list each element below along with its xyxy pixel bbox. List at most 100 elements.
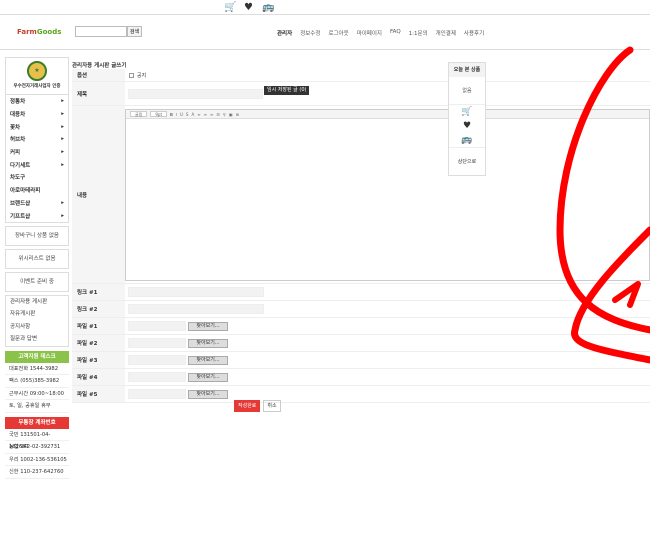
heart-icon[interactable]: ♥ — [449, 119, 485, 133]
chevron-right-icon: ▸ — [61, 123, 64, 130]
category-item[interactable]: 기프트샵 ▸ — [6, 209, 68, 222]
text-color-icon[interactable]: A — [191, 112, 194, 117]
file-input[interactable] — [128, 321, 186, 331]
category-item[interactable]: 차도구 — [6, 171, 68, 184]
category-item[interactable]: 꽃차 ▸ — [6, 120, 68, 133]
file-row: 파일 #2 찾아보기... — [72, 335, 650, 352]
file-row: 파일 #1 찾아보기... — [72, 318, 650, 335]
align-center-icon[interactable]: ≡ — [204, 112, 207, 117]
link-input[interactable] — [128, 287, 264, 297]
cs-info: 대표전화 1544-3982 팩스 (055)385-3982 근무시간 09:… — [5, 363, 69, 413]
category-item[interactable]: 대용차 ▸ — [6, 108, 68, 121]
table-icon[interactable]: ⊞ — [236, 112, 239, 117]
write-form: 옵션 공지 제목 내용 굴림 9pt 𝐁 𝐼 U S A ≡ ≡ ≡ ☰ ⚲ ▣… — [72, 69, 650, 403]
nav-logout[interactable]: 로그아웃 — [328, 29, 348, 37]
content-row: 내용 굴림 9pt 𝐁 𝐼 U S A ≡ ≡ ≡ ☰ ⚲ ▣ ⊞ — [72, 106, 650, 284]
file-input[interactable] — [128, 338, 186, 348]
medal-icon: ★ — [27, 61, 47, 81]
chevron-right-icon: ▸ — [61, 212, 64, 219]
cs-header: 고객지원 데스크 — [5, 350, 69, 363]
cs-line: 대표전화 1544-3982 — [5, 363, 69, 376]
option-label: 옵션 — [72, 69, 125, 81]
editor-toolbar: 굴림 9pt 𝐁 𝐼 U S A ≡ ≡ ≡ ☰ ⚲ ▣ ⊞ — [126, 110, 649, 119]
wishlist-summary[interactable]: 위시리스트 없음 — [5, 248, 69, 269]
board-link[interactable]: 질문과 답변 — [6, 333, 68, 346]
bank-line: 신한 110-237-642760 — [5, 466, 69, 479]
nav-faq[interactable]: FAQ — [390, 29, 401, 37]
nav-admin[interactable]: 관리자 — [277, 29, 292, 37]
category-item[interactable]: 다기세트 ▸ — [6, 158, 68, 171]
search-bar: 검색 — [75, 26, 142, 37]
align-right-icon[interactable]: ≡ — [210, 112, 213, 117]
cancel-button[interactable]: 취소 — [263, 400, 281, 412]
bus-icon[interactable]: 🚌 — [262, 2, 274, 13]
link-input[interactable] — [128, 304, 264, 314]
browse-button[interactable]: 찾아보기... — [188, 389, 228, 399]
cart-icon[interactable]: 🛒 — [449, 105, 485, 119]
nav-edit-info[interactable]: 정보수정 — [300, 29, 320, 37]
content-label: 내용 — [72, 106, 125, 283]
chevron-right-icon: ▸ — [61, 161, 64, 168]
strike-icon[interactable]: S — [186, 112, 189, 117]
nav-reviews[interactable]: 사용후기 — [464, 29, 484, 37]
submit-button[interactable]: 작성완료 — [234, 400, 261, 412]
nav-inquiry[interactable]: 1:1문의 — [409, 29, 428, 37]
italic-icon[interactable]: 𝐼 — [176, 112, 177, 117]
bus-icon[interactable]: 🚌 — [449, 133, 485, 147]
nav-mypage[interactable]: 마이페이지 — [357, 29, 382, 37]
site-logo[interactable]: FarmGoods — [17, 28, 61, 36]
browse-button[interactable]: 찾아보기... — [188, 321, 228, 331]
underline-icon[interactable]: U — [180, 112, 183, 117]
link-row: 링크 #2 — [72, 301, 650, 318]
link-icon[interactable]: ⚲ — [223, 112, 226, 117]
category-item[interactable]: 정통차 ▸ — [6, 95, 68, 108]
category-item[interactable]: 브랜드샵 ▸ — [6, 197, 68, 210]
board-links: 관리자용 게시판 자유게시판 공지사항 질문과 답변 — [5, 294, 69, 347]
bold-icon[interactable]: 𝐁 — [170, 112, 173, 117]
browse-button[interactable]: 찾아보기... — [188, 338, 228, 348]
category-item[interactable]: 허브차 ▸ — [6, 133, 68, 146]
bank-header: 무통장 계좌번호 — [5, 416, 69, 429]
cart-icon[interactable]: 🛒 — [224, 2, 236, 13]
font-select[interactable]: 굴림 — [130, 111, 148, 117]
nav-payment[interactable]: 개인결제 — [436, 29, 456, 37]
list-icon[interactable]: ☰ — [216, 112, 220, 117]
notice-label: 공지 — [137, 72, 147, 79]
category-item[interactable]: 커피 ▸ — [6, 146, 68, 159]
cs-line: 토, 일, 공휴일 휴무 — [5, 400, 69, 413]
category-item[interactable]: 아로마테라피 — [6, 184, 68, 197]
subject-input[interactable] — [128, 88, 263, 99]
heart-icon[interactable]: ♥ — [243, 2, 254, 13]
size-select[interactable]: 9pt — [150, 111, 168, 117]
cart-summary[interactable]: 장바구니 상품 없음 — [5, 225, 69, 246]
board-link[interactable]: 관리자용 게시판 — [6, 296, 68, 309]
scroll-top-button[interactable]: 상단으로 — [449, 147, 485, 175]
category-list: 정통차 ▸ 대용차 ▸ 꽃차 ▸ 허브차 ▸ 커피 ▸ 다기세트 ▸ 차도구 아로마테라피 … — [5, 95, 69, 223]
rich-text-editor[interactable]: 굴림 9pt 𝐁 𝐼 U S A ≡ ≡ ≡ ☰ ⚲ ▣ ⊞ — [125, 109, 650, 281]
browse-button[interactable]: 찾아보기... — [188, 355, 228, 365]
page-title: 관리자용 게시판 글쓰기 — [72, 63, 127, 69]
bank-line: 우리 1002-136-536105 — [5, 454, 69, 467]
board-link[interactable]: 공지사항 — [6, 321, 68, 334]
notice-checkbox[interactable] — [129, 72, 134, 78]
board-link[interactable]: 자유게시판 — [6, 308, 68, 321]
file-row: 파일 #4 찾아보기... — [72, 369, 650, 386]
link-label: 링크 #2 — [72, 301, 125, 317]
file-input[interactable] — [128, 372, 186, 382]
file-input[interactable] — [128, 389, 186, 399]
cs-line: 근무시간 09:00~18:00 — [5, 388, 69, 401]
search-button[interactable]: 검색 — [127, 26, 142, 37]
align-left-icon[interactable]: ≡ — [197, 112, 200, 117]
link-row: 링크 #1 — [72, 284, 650, 301]
sidebar: ★ 우수전자거래사업자 인증 정통차 ▸ 대용차 ▸ 꽃차 ▸ 허브차 ▸ 커피 ▸ 다기… — [5, 57, 69, 479]
browse-button[interactable]: 찾아보기... — [188, 372, 228, 382]
option-value: 공지 — [125, 69, 650, 81]
event-summary[interactable]: 이벤트 준비 중 — [5, 271, 69, 292]
form-actions: 작성완료 취소 — [234, 400, 281, 412]
image-icon[interactable]: ▣ — [229, 112, 233, 117]
divider — [0, 14, 650, 15]
file-input[interactable] — [128, 355, 186, 365]
autosave-button[interactable]: 임시 저장된 글 (0) — [264, 86, 310, 95]
certification-badge: ★ 우수전자거래사업자 인증 — [5, 57, 69, 95]
search-input[interactable] — [75, 26, 127, 37]
